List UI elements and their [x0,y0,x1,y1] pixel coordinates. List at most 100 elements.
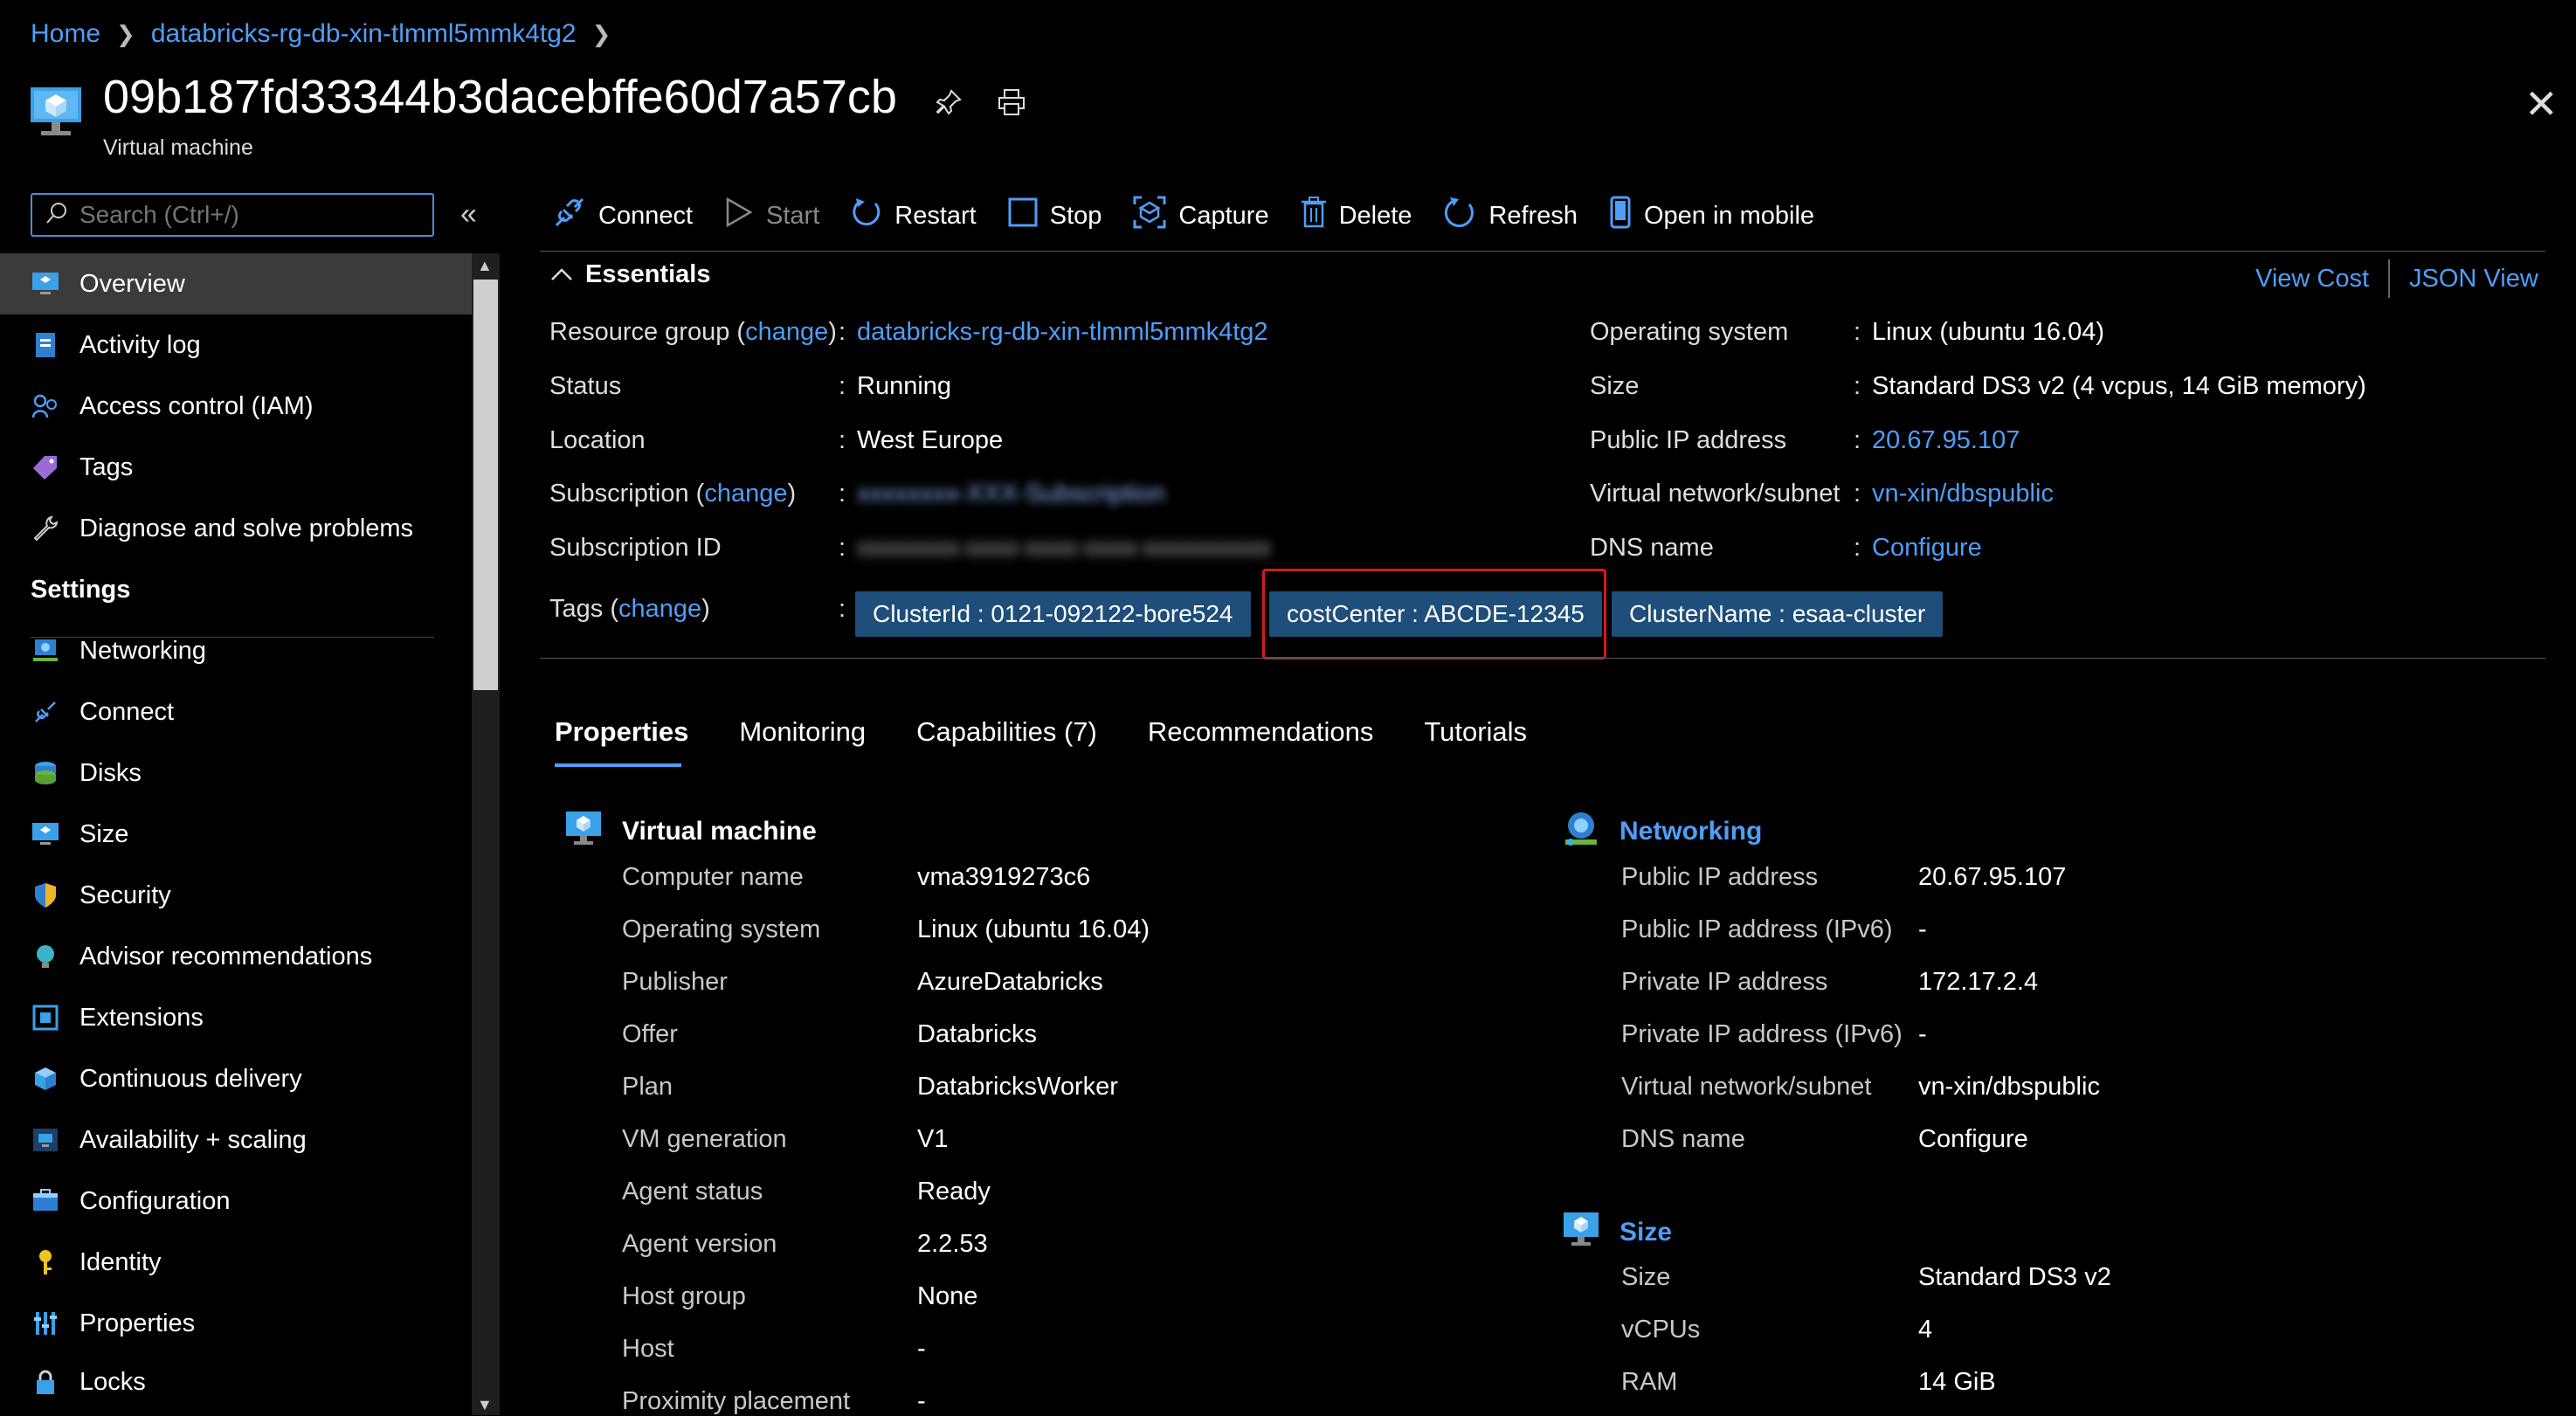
sidebar-item-label: Disks [79,758,142,787]
scroll-down-arrow-icon[interactable]: ▼ [477,1396,493,1414]
essentials-divider [540,658,2545,659]
size-section-title[interactable]: Size [1562,1211,1672,1254]
sidebar-item-identity[interactable]: Identity [0,1232,472,1293]
print-icon[interactable] [994,85,1029,120]
restart-button[interactable]: Restart [851,197,977,235]
location-label: Location [549,426,646,454]
pin-icon[interactable] [931,85,966,120]
tab-recommendations[interactable]: Recommendations [1148,716,1373,748]
sidebar-scrollbar-thumb[interactable] [473,280,498,690]
json-view-link[interactable]: JSON View [2409,265,2538,294]
host-group-link[interactable]: None [917,1282,977,1311]
colon: : [839,318,846,346]
page-title: 09b187fd33344b3dacebffe60d7a57cb [103,71,897,123]
tag-chip-clusterid[interactable]: ClusterId : 0121-092122-bore524 [855,591,1251,637]
resource-group-change-link[interactable]: change [745,318,828,346]
subscription-change-link[interactable]: change [704,480,787,508]
tag-chip-clustername[interactable]: ClusterName : esaa-cluster [1612,591,1944,637]
delete-button[interactable]: Delete [1301,197,1412,235]
prop-value: DatabricksWorker [917,1073,1118,1101]
lock-icon [31,1368,60,1398]
tab-monitoring[interactable]: Monitoring [739,716,866,748]
subscription-id-label: Subscription ID [549,534,722,562]
subscription-value-link-redacted[interactable]: xxxxxxxx-XXX-Subscription [857,480,1165,508]
prop-value: Standard DS3 v2 [1918,1263,2111,1291]
tab-tutorials[interactable]: Tutorials [1424,716,1527,748]
sidebar-item-locks[interactable]: Locks [0,1354,472,1412]
sidebar-item-extensions[interactable]: Extensions [0,987,472,1048]
public-ip-link[interactable]: 20.67.95.107 [1918,863,2066,892]
collapse-sidebar-icon[interactable]: « [460,197,477,231]
sidebar-item-properties[interactable]: Properties [0,1293,472,1354]
public-ip-link[interactable]: 20.67.95.107 [1872,426,2020,455]
vm-icon [31,269,60,299]
capture-button[interactable]: Capture [1133,196,1269,236]
sidebar-item-advisor[interactable]: Advisor recommendations [0,926,472,987]
properties-icon [31,1309,60,1338]
paren-close: ) [701,595,710,623]
dns-configure-link[interactable]: Configure [1918,1125,2028,1154]
sidebar-item-tags[interactable]: Tags [0,437,472,498]
sidebar-item-label: Size [79,819,129,848]
chevron-up-icon [550,260,573,289]
refresh-button[interactable]: Refresh [1443,196,1578,236]
paren-open: ( [610,595,618,623]
prop-label: Private IP address (IPv6) [1621,1020,1903,1048]
colon: : [1854,480,1861,508]
sidebar-item-activity-log[interactable]: Activity log [0,314,472,376]
sidebar-item-connect[interactable]: Connect [0,681,472,743]
breadcrumb-resource-group-link[interactable]: databricks-rg-db-xin-tlmml5mmk4tg2 [151,19,577,49]
prop-label: vCPUs [1621,1316,1701,1343]
tags-row: Tags (change) [549,595,710,624]
resource-group-value-link[interactable]: databricks-rg-db-xin-tlmml5mmk4tg2 [857,318,1268,347]
sidebar-item-networking[interactable]: Networking [0,620,472,681]
sidebar-item-size[interactable]: Size [0,804,472,865]
essentials-toggle[interactable]: Essentials [550,260,710,289]
paren-close: ) [787,480,797,508]
search-icon [45,201,69,230]
view-cost-link[interactable]: View Cost [2255,265,2369,294]
prop-label: Proximity placement [622,1387,851,1415]
sidebar-item-continuous-delivery[interactable]: Continuous delivery [0,1048,472,1109]
networking-section-title[interactable]: Networking [1562,810,1762,853]
open-in-mobile-label: Open in mobile [1643,201,1815,230]
sidebar-item-iam[interactable]: Access control (IAM) [0,376,472,437]
settings-section-heading: Settings [31,575,131,604]
sidebar-item-security[interactable]: Security [0,865,472,926]
sidebar-item-configuration[interactable]: Configuration [0,1171,472,1232]
sidebar-item-label: Overview [79,269,185,298]
active-tab-indicator [555,763,681,767]
start-button[interactable]: Start [724,197,819,235]
prop-label: VM generation [622,1125,787,1153]
connect-button[interactable]: Connect [553,196,693,236]
tab-properties[interactable]: Properties [555,716,688,748]
toolbar-divider [540,251,2545,252]
capture-icon [1133,196,1166,236]
search-input[interactable] [78,200,413,230]
prop-value: - [1918,915,1927,943]
search-box[interactable] [31,193,434,237]
prop-label: Agent status [622,1178,763,1205]
tab-capabilities[interactable]: Capabilities (7) [916,716,1097,748]
scroll-up-arrow-icon[interactable]: ▲ [477,257,493,275]
open-in-mobile-button[interactable]: Open in mobile [1609,196,1814,236]
vnet-link[interactable]: vn-xin/dbspublic [1918,1073,2100,1102]
breadcrumb-home-link[interactable]: Home [31,19,100,49]
scaling-icon [31,1125,60,1155]
tags-change-link[interactable]: change [618,595,701,623]
sidebar-item-label: Access control (IAM) [79,391,314,420]
dns-label: DNS name [1590,534,1714,562]
virtual-machine-icon [29,84,83,140]
prop-value: 172.17.2.4 [1918,968,2039,996]
dns-configure-link[interactable]: Configure [1872,534,1982,563]
sidebar-item-overview[interactable]: Overview [0,253,472,314]
sidebar-item-disks[interactable]: Disks [0,743,472,804]
sidebar-item-diagnose[interactable]: Diagnose and solve problems [0,498,472,559]
stop-button[interactable]: Stop [1008,197,1102,234]
prop-label: Offer [622,1020,678,1048]
sidebar-item-availability[interactable]: Availability + scaling [0,1109,472,1171]
vnet-link[interactable]: vn-xin/dbspublic [1872,480,2054,508]
vnet-label: Virtual network/subnet [1590,480,1840,508]
breadcrumb: Home ❯ databricks-rg-db-xin-tlmml5mmk4tg… [31,19,611,49]
close-icon[interactable]: ✕ [2524,80,2559,128]
